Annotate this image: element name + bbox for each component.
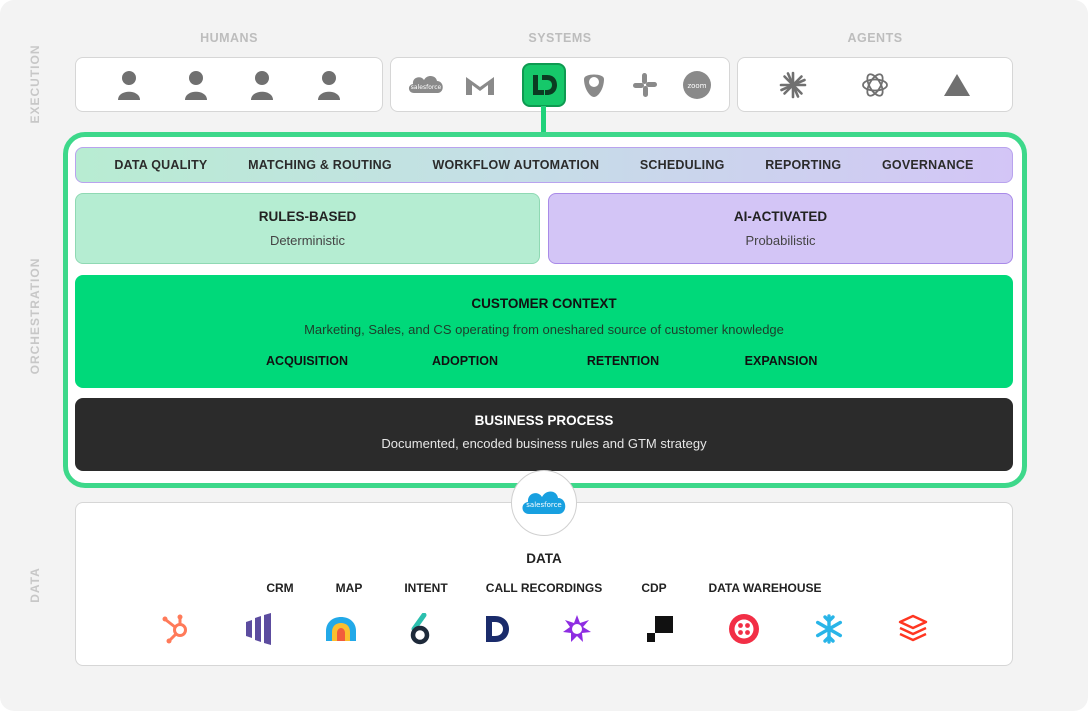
hubspot-logo-icon <box>158 611 194 647</box>
humans-panel <box>75 57 383 112</box>
agents-heading: AGENTS <box>847 31 903 45</box>
stage-retention: RETENTION <box>586 354 660 368</box>
zoom-logo-icon: zoom <box>680 68 714 102</box>
ai-activated-subtitle: Probabilistic <box>745 233 816 248</box>
segment-logo-icon <box>642 611 678 647</box>
databricks-logo-icon <box>895 611 931 647</box>
category-data-warehouse: DATA WAREHOUSE <box>708 581 822 595</box>
customer-context-description: Marketing, Sales, and CS operating from … <box>304 322 784 337</box>
rules-based-subtitle: Deterministic <box>269 233 346 248</box>
execution-connector <box>541 106 546 134</box>
svg-text:zoom: zoom <box>688 82 707 90</box>
svg-text:salesforce: salesforce <box>526 501 561 509</box>
execution-label: EXECUTION <box>28 44 42 124</box>
capabilities-bar: DATA QUALITY MATCHING & ROUTING WORKFLOW… <box>75 147 1013 183</box>
person-icon <box>112 68 146 102</box>
business-process-title: BUSINESS PROCESS <box>474 413 614 428</box>
ld-logo-icon <box>522 63 566 107</box>
category-cdp: CDP <box>641 581 667 595</box>
business-process-description: Documented, encoded business rules and G… <box>381 436 707 451</box>
orchestration-label: ORCHESTRATION <box>28 257 42 375</box>
ai-activated-box: AI-ACTIVATED Probabilistic <box>548 193 1013 264</box>
rules-based-box: RULES-BASED Deterministic <box>75 193 540 264</box>
stage-acquisition: ACQUISITION <box>266 354 348 368</box>
outreach-logo-icon <box>577 68 611 102</box>
person-icon <box>312 68 346 102</box>
slack-logo-icon <box>628 68 662 102</box>
capability-workflow-automation: WORKFLOW AUTOMATION <box>432 158 600 172</box>
capability-scheduling: SCHEDULING <box>639 158 725 172</box>
gmail-logo-icon <box>463 68 497 102</box>
person-icon <box>245 68 279 102</box>
humans-heading: HUMANS <box>200 31 258 45</box>
category-map: MAP <box>335 581 363 595</box>
rules-based-title: RULES-BASED <box>258 209 357 224</box>
svg-text:salesforce: salesforce <box>411 84 442 91</box>
business-process-box: BUSINESS PROCESS Documented, encoded bus… <box>75 398 1013 471</box>
stage-expansion: EXPANSION <box>744 354 818 368</box>
dialpad-logo-icon <box>479 611 515 647</box>
gong-logo-icon <box>559 611 595 647</box>
category-intent: INTENT <box>404 581 448 595</box>
ai-activated-title: AI-ACTIVATED <box>733 209 828 224</box>
agents-panel <box>737 57 1013 112</box>
customer-context-box: CUSTOMER CONTEXT Marketing, Sales, and C… <box>75 275 1013 388</box>
capability-matching-routing: MATCHING & ROUTING <box>248 158 392 172</box>
customer-context-title: CUSTOMER CONTEXT <box>471 296 617 311</box>
triangle-logo-icon <box>940 68 974 102</box>
salesforce-logo-icon: salesforce <box>406 68 446 102</box>
capability-governance: GOVERNANCE <box>881 158 974 172</box>
category-call-recordings: CALL RECORDINGS <box>485 581 603 595</box>
systems-heading: SYSTEMS <box>528 31 592 45</box>
openai-logo-icon <box>858 68 892 102</box>
snowflake-logo-icon <box>811 611 847 647</box>
twilio-logo-icon <box>726 611 762 647</box>
person-icon <box>179 68 213 102</box>
capability-data-quality: DATA QUALITY <box>114 158 208 172</box>
6sense-logo-icon <box>323 611 359 647</box>
marketo-logo-icon <box>240 611 276 647</box>
category-crm: CRM <box>266 581 294 595</box>
stage-adoption: ADOPTION <box>432 354 498 368</box>
6sense-alt-logo-icon <box>402 611 438 647</box>
data-title: DATA <box>526 551 562 566</box>
data-side-label: DATA <box>28 567 42 603</box>
salesforce-hub-icon: salesforce <box>511 470 577 536</box>
claude-logo-icon <box>776 68 810 102</box>
capability-reporting: REPORTING <box>765 158 842 172</box>
